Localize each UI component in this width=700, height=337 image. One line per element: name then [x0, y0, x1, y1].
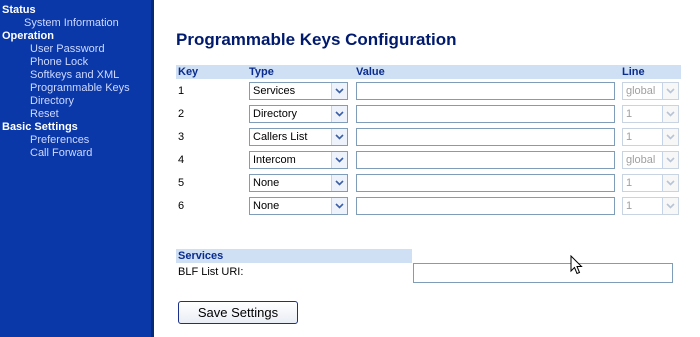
mouse-pointer-icon — [570, 254, 583, 280]
main-content: Programmable Keys Configuration Key Type… — [157, 0, 700, 337]
value-input[interactable] — [356, 81, 615, 100]
chevron-down-icon — [331, 128, 347, 145]
chevron-down-icon — [662, 105, 678, 122]
value-input[interactable] — [356, 173, 615, 192]
type-select-value: Callers List — [253, 130, 308, 143]
type-select-value: None — [253, 176, 280, 189]
sidebar-section-operation: Operation — [2, 30, 54, 42]
sidebar-section-status: Status — [2, 4, 36, 16]
type-select-value: None — [253, 199, 280, 212]
table-row: 2 Directory 1 — [176, 102, 681, 125]
line-select: 1 — [622, 196, 679, 215]
table-row: 4 Intercom global — [176, 148, 681, 171]
sidebar-item-user-password[interactable]: User Password — [0, 43, 151, 56]
key-number: 2 — [178, 107, 185, 120]
sidebar-item-preferences[interactable]: Preferences — [0, 134, 151, 147]
column-header-value: Value — [354, 65, 620, 79]
column-header-key: Key — [176, 65, 247, 79]
sidebar-item-system-information[interactable]: System Information — [0, 17, 151, 30]
sidebar-nav: Status System Information Operation User… — [0, 0, 154, 337]
page-title: Programmable Keys Configuration — [176, 30, 457, 49]
programmable-keys-table: Key Type Value Line 1 Services global 2 … — [176, 65, 681, 217]
sidebar-item-phone-lock[interactable]: Phone Lock — [0, 56, 151, 69]
value-input[interactable] — [356, 196, 615, 215]
chevron-down-icon — [662, 151, 678, 168]
type-select[interactable]: Directory — [249, 104, 348, 123]
blf-list-uri-label: BLF List URI: — [178, 266, 244, 278]
key-number: 4 — [178, 153, 185, 166]
chevron-down-icon — [662, 197, 678, 214]
line-select-value: 1 — [626, 107, 633, 120]
table-row: 1 Services global — [176, 79, 681, 102]
value-input[interactable] — [356, 104, 615, 123]
key-number: 6 — [178, 199, 185, 212]
value-input[interactable] — [356, 127, 615, 146]
type-select[interactable]: Services — [249, 81, 348, 100]
sidebar-section-basic-settings: Basic Settings — [2, 121, 78, 133]
type-select-value: Directory — [253, 107, 298, 120]
column-header-type: Type — [247, 65, 354, 79]
type-select[interactable]: None — [249, 196, 348, 215]
line-select-value: 1 — [626, 199, 633, 212]
type-select[interactable]: None — [249, 173, 348, 192]
type-select-value: Services — [253, 84, 296, 97]
sidebar-item-programmable-keys[interactable]: Programmable Keys — [0, 82, 151, 95]
type-select[interactable]: Intercom — [249, 150, 348, 169]
line-select-value: 1 — [626, 176, 633, 189]
chevron-down-icon — [662, 128, 678, 145]
table-row: 3 Callers List 1 — [176, 125, 681, 148]
chevron-down-icon — [331, 197, 347, 214]
chevron-down-icon — [662, 174, 678, 191]
chevron-down-icon — [331, 151, 347, 168]
save-settings-button[interactable]: Save Settings — [178, 301, 298, 324]
sidebar-item-reset[interactable]: Reset — [0, 108, 151, 121]
chevron-down-icon — [331, 82, 347, 99]
line-select-value: global — [626, 153, 656, 166]
sidebar-item-call-forward[interactable]: Call Forward — [0, 147, 151, 160]
type-select[interactable]: Callers List — [249, 127, 348, 146]
line-select: 1 — [622, 173, 679, 192]
line-select-value: global — [626, 84, 656, 97]
chevron-down-icon — [331, 174, 347, 191]
key-number: 3 — [178, 130, 185, 143]
line-select: 1 — [622, 127, 679, 146]
type-select-value: Intercom — [253, 153, 296, 166]
sidebar-item-directory[interactable]: Directory — [0, 95, 151, 108]
line-select: global — [622, 150, 679, 169]
line-select: global — [622, 81, 679, 100]
key-number: 1 — [178, 84, 185, 97]
chevron-down-icon — [662, 82, 678, 99]
blf-list-uri-input[interactable] — [413, 263, 673, 283]
services-section-header: Services — [176, 249, 412, 263]
value-input[interactable] — [356, 150, 615, 169]
column-header-line: Line — [620, 65, 681, 79]
table-row: 6 None 1 — [176, 194, 681, 217]
sidebar-item-softkeys-and-xml[interactable]: Softkeys and XML — [0, 69, 151, 82]
key-number: 5 — [178, 176, 185, 189]
line-select: 1 — [622, 104, 679, 123]
line-select-value: 1 — [626, 130, 633, 143]
chevron-down-icon — [331, 105, 347, 122]
table-row: 5 None 1 — [176, 171, 681, 194]
